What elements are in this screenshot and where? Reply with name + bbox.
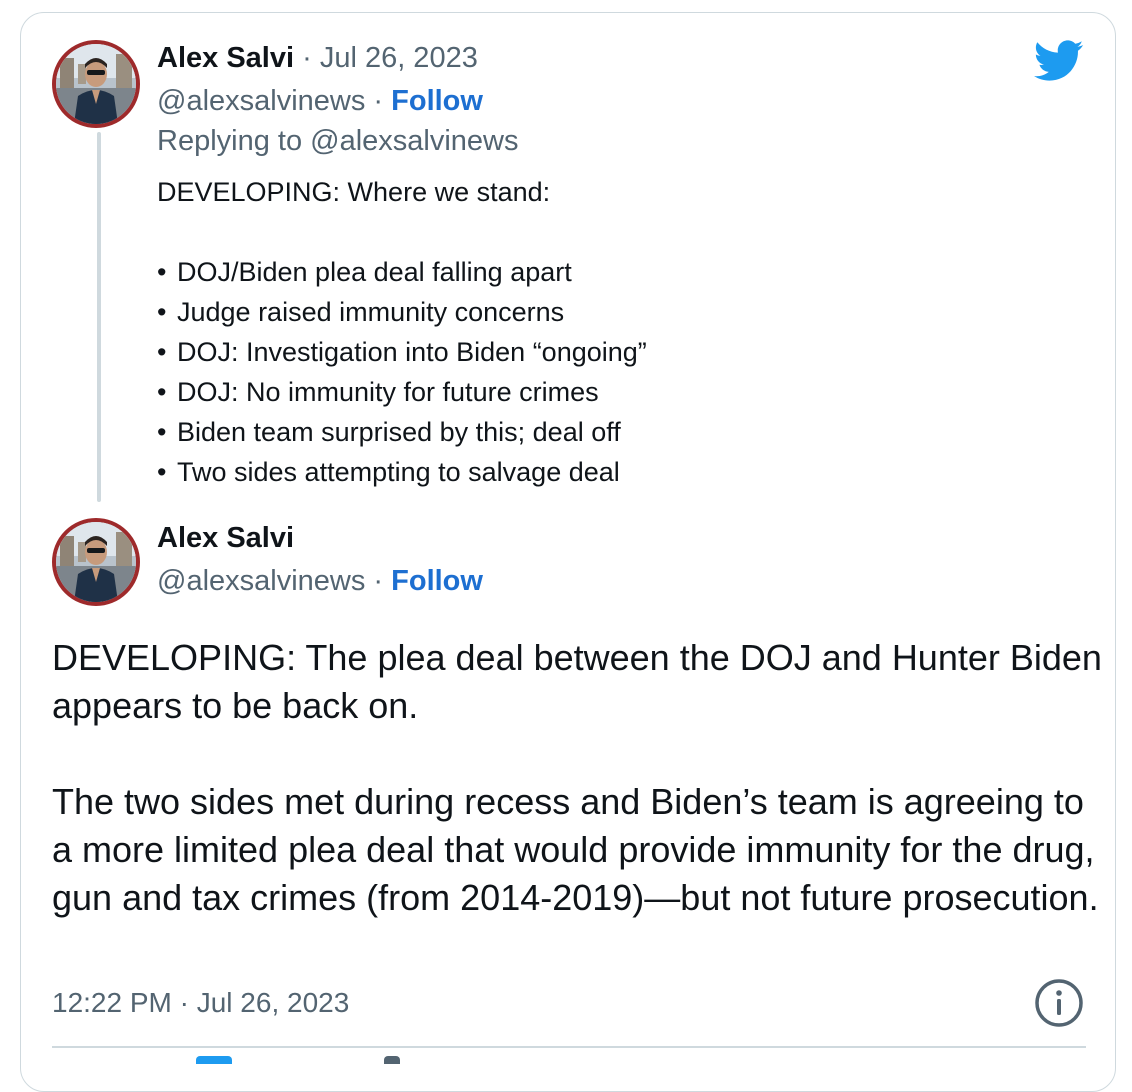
handle-separator: · xyxy=(365,565,392,597)
bullet-glyph: • xyxy=(157,417,167,447)
bullet-text: Two sides attempting to salvage deal xyxy=(177,457,620,487)
avatar[interactable] xyxy=(52,40,140,128)
avatar[interactable] xyxy=(52,518,140,606)
bullet-text: Biden team surprised by this; deal off xyxy=(177,417,621,447)
author-handle[interactable]: @alexsalvinews xyxy=(157,565,365,597)
follow-button[interactable]: Follow xyxy=(391,565,483,597)
author-name[interactable]: Alex Salvi xyxy=(157,522,294,554)
author-name[interactable]: Alex Salvi xyxy=(157,42,294,74)
replying-to-label[interactable]: Replying to @alexsalvinews xyxy=(157,123,519,159)
action-bar-divider xyxy=(52,1046,1086,1048)
list-item: • DOJ: Investigation into Biden “ongoing” xyxy=(157,332,647,372)
bullet-glyph: • xyxy=(157,377,167,407)
handle-separator: · xyxy=(365,85,392,117)
list-item: • Two sides attempting to salvage deal xyxy=(157,452,647,492)
bullet-text: DOJ: No immunity for future crimes xyxy=(177,377,599,407)
avatar-photo xyxy=(56,522,136,602)
reply-icon[interactable] xyxy=(384,1056,400,1064)
avatar-photo xyxy=(56,44,136,124)
parent-tweet-bullets: • DOJ/Biden plea deal falling apart • Judg… xyxy=(157,252,647,492)
main-tweet-header: Alex Salvi xyxy=(157,520,294,556)
parent-tweet-header: Alex Salvi · Jul 26, 2023 xyxy=(157,40,478,76)
follow-button[interactable]: Follow xyxy=(391,85,483,117)
heart-icon[interactable] xyxy=(196,1056,232,1064)
tweet-paragraph: The two sides met during recess and Bide… xyxy=(52,781,1099,918)
tweet-date-link[interactable]: Jul 26, 2023 xyxy=(320,42,478,74)
info-icon[interactable] xyxy=(1032,976,1086,1030)
parent-tweet-text: DEVELOPING: Where we stand: • DOJ/Biden p… xyxy=(157,172,647,492)
bullet-text: Judge raised immunity concerns xyxy=(177,297,565,327)
list-item: • Judge raised immunity concerns xyxy=(157,292,647,332)
list-item: • DOJ/Biden plea deal falling apart xyxy=(157,252,647,292)
bullet-glyph: • xyxy=(157,257,167,287)
parent-tweet-handle-row: @alexsalvinews · Follow xyxy=(157,83,483,119)
twitter-bird-icon[interactable] xyxy=(1034,40,1084,82)
tweet-paragraph: DEVELOPING: The plea deal between the DO… xyxy=(52,637,1102,726)
bullet-text: DOJ: Investigation into Biden “ongoing” xyxy=(177,337,647,367)
list-item: • Biden team surprised by this; deal off xyxy=(157,412,647,452)
parent-tweet-headline: DEVELOPING: Where we stand: xyxy=(157,177,551,207)
list-item: • DOJ: No immunity for future crimes xyxy=(157,372,647,412)
bullet-glyph: • xyxy=(157,457,167,487)
main-tweet-handle-row: @alexsalvinews · Follow xyxy=(157,563,483,599)
bullet-text: DOJ/Biden plea deal falling apart xyxy=(177,257,572,287)
bullet-glyph: • xyxy=(157,297,167,327)
tweet-timestamp-link[interactable]: 12:22 PM · Jul 26, 2023 xyxy=(52,985,349,1021)
bullet-glyph: • xyxy=(157,337,167,367)
author-handle[interactable]: @alexsalvinews xyxy=(157,85,365,117)
header-separator: · xyxy=(294,42,320,74)
main-tweet-text: DEVELOPING: The plea deal between the DO… xyxy=(52,634,1102,922)
thread-connector-line xyxy=(97,132,101,502)
